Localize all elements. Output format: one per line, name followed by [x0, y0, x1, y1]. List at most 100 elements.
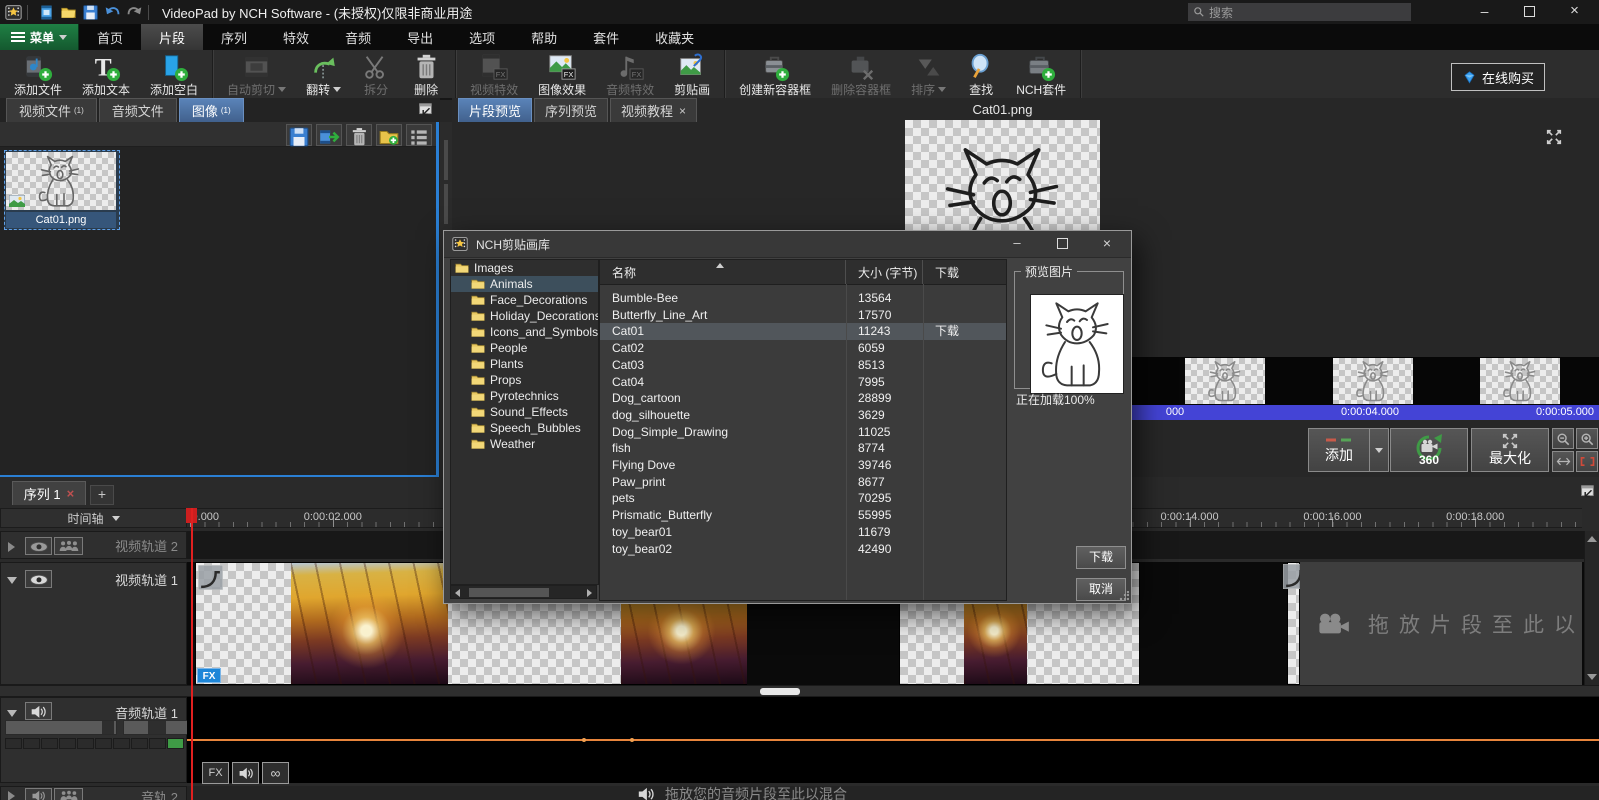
scrollbar-handle[interactable]	[469, 588, 549, 597]
fit-width-button[interactable]	[1552, 451, 1574, 472]
ribbon-addtext-button[interactable]: T添加文本	[72, 50, 140, 98]
tree-item-Icons_and_Symbols[interactable]: Icons_and_Symbols	[451, 324, 598, 340]
audio-link-button[interactable]: ∞	[262, 762, 289, 784]
ribbon-flip-button[interactable]: 翻转	[296, 50, 351, 98]
envelope-keyframe[interactable]	[630, 738, 634, 742]
undock-timeline-icon[interactable]	[1578, 483, 1596, 499]
splitter-handle[interactable]	[760, 688, 800, 695]
tree-item-Holiday_Decorations[interactable]: Holiday_Decorations	[451, 308, 598, 324]
track-visibility-button[interactable]	[25, 537, 52, 555]
ribbon-newbox-button[interactable]: 创建新容器框	[729, 50, 821, 98]
file-row-Dog_cartoon[interactable]: Dog_cartoon28899	[600, 390, 1006, 407]
timeline-vertical-scrollbar[interactable]	[1584, 531, 1599, 685]
menu-tab-片段[interactable]: 片段	[141, 24, 203, 50]
audio-fx-button[interactable]: FX	[202, 762, 229, 784]
tree-item-Pyrotechnics[interactable]: Pyrotechnics	[451, 388, 598, 404]
zoom-in-button[interactable]	[1576, 428, 1598, 449]
file-row-Cat04[interactable]: Cat047995	[600, 374, 1006, 391]
tree-item-root[interactable]: Images	[451, 260, 598, 276]
undock-panel-icon[interactable]	[416, 101, 434, 117]
tree-item-Props[interactable]: Props	[451, 372, 598, 388]
fullscreen-icon[interactable]	[1545, 128, 1563, 146]
open-project-icon[interactable]	[60, 4, 77, 21]
column-size[interactable]: 大小 (字节)	[846, 260, 923, 284]
volume-envelope-line[interactable]	[187, 739, 1599, 741]
file-row-Cat01[interactable]: Cat0111243下载	[600, 323, 1006, 340]
clip-fx-badge[interactable]: FX	[197, 668, 221, 683]
audio-track-2-content[interactable]: 拖放您的音频片段至此以混合	[187, 786, 1599, 800]
tree-item-Plants[interactable]: Plants	[451, 356, 598, 372]
add-clip-button[interactable]: 添加	[1308, 428, 1370, 472]
ribbon-addfile-button[interactable]: 添加文件	[4, 50, 72, 98]
restore-button[interactable]	[1507, 0, 1552, 24]
track-mute-button[interactable]	[25, 702, 52, 720]
file-row-Flying Dove[interactable]: Flying Dove39746	[600, 457, 1006, 474]
file-row-Dog_Simple_Drawing[interactable]: Dog_Simple_Drawing11025	[600, 424, 1006, 441]
track-visibility-button[interactable]	[25, 570, 52, 588]
download-button[interactable]: 下载	[1076, 546, 1126, 569]
file-row-Prismatic_Butterfly[interactable]: Prismatic_Butterfly55995	[600, 507, 1006, 524]
video-360-button[interactable]: 360	[1390, 428, 1468, 472]
menu-tab-首页[interactable]: 首页	[79, 24, 141, 50]
menu-tab-序列[interactable]: 序列	[203, 24, 265, 50]
playhead-line[interactable]	[191, 508, 193, 800]
media-tab-视频文件[interactable]: 视频文件(1)	[6, 98, 97, 122]
ribbon-find-button[interactable]: 查找	[956, 50, 1006, 98]
video-drop-zone[interactable]: 拖放片段至此以将	[1300, 562, 1582, 685]
new-sequence-tab[interactable]: +	[90, 485, 114, 505]
undo-icon[interactable]	[104, 4, 121, 21]
file-row-Paw_print[interactable]: Paw_print8677	[600, 474, 1006, 491]
tree-item-Sound_Effects[interactable]: Sound_Effects	[451, 404, 598, 420]
sequence-tab[interactable]: 序列 1×	[12, 481, 86, 505]
delete-media-icon[interactable]	[346, 124, 372, 146]
close-button[interactable]: ×	[1552, 0, 1597, 24]
tree-item-Speech_Bubbles[interactable]: Speech_Bubbles	[451, 420, 598, 436]
minimize-button[interactable]: –	[1462, 0, 1507, 24]
resize-grip[interactable]	[1119, 591, 1129, 601]
tree-item-People[interactable]: People	[451, 340, 598, 356]
tree-item-Weather[interactable]: Weather	[451, 436, 598, 452]
close-sequence-icon[interactable]: ×	[67, 486, 75, 501]
file-row-fish[interactable]: fish8774	[600, 440, 1006, 457]
add-to-sequence-icon[interactable]	[316, 124, 342, 146]
track-splitter[interactable]	[0, 685, 1599, 697]
dialog-restore-button[interactable]	[1047, 234, 1077, 253]
save-project-icon[interactable]	[82, 4, 99, 21]
save-media-icon[interactable]	[286, 124, 312, 146]
preview-tab-视频教程[interactable]: 视频教程×	[610, 98, 697, 122]
file-row-dog_silhouette[interactable]: dog_silhouette3629	[600, 407, 1006, 424]
media-tab-图像[interactable]: 图像(1)	[179, 98, 244, 122]
menu-tab-导出[interactable]: 导出	[389, 24, 451, 50]
timeline-mode-select[interactable]: 时间轴	[0, 508, 187, 528]
buy-online-button[interactable]: 在线购买	[1451, 63, 1545, 91]
file-row-toy_bear02[interactable]: toy_bear0242490	[600, 541, 1006, 558]
menu-tab-特效[interactable]: 特效	[265, 24, 327, 50]
ribbon-addblank-button[interactable]: 添加空白	[140, 50, 208, 98]
add-folder-icon[interactable]	[376, 124, 402, 146]
audio-track-1-content[interactable]: FX ∞	[187, 697, 1599, 783]
add-clip-dropdown[interactable]	[1369, 428, 1389, 472]
menu-tab-帮助[interactable]: 帮助	[513, 24, 575, 50]
dialog-minimize-button[interactable]: –	[1002, 234, 1032, 253]
redo-icon[interactable]	[126, 4, 143, 21]
file-row-Cat03[interactable]: Cat038513	[600, 357, 1006, 374]
audio-mute-button[interactable]	[232, 762, 259, 784]
new-project-icon[interactable]	[38, 4, 55, 21]
tree-horizontal-scrollbar[interactable]	[450, 585, 597, 599]
track-group-button[interactable]	[54, 788, 83, 800]
ribbon-suite-button[interactable]: NCH套件	[1006, 50, 1076, 98]
preview-tab-片段预览[interactable]: 片段预览	[458, 98, 532, 122]
file-row-Bumble-Bee[interactable]: Bumble-Bee13564	[600, 290, 1006, 307]
media-item-cat01[interactable]: Cat01.png	[4, 150, 120, 230]
media-tab-音频文件[interactable]: 音频文件	[99, 98, 177, 122]
track-group-button[interactable]	[54, 537, 83, 555]
volume-slider[interactable]	[5, 720, 117, 735]
menu-tab-收藏夹[interactable]: 收藏夹	[637, 24, 712, 50]
file-row-Butterfly_Line_Art[interactable]: Butterfly_Line_Art17570	[600, 307, 1006, 324]
transition-icon[interactable]	[198, 565, 223, 590]
file-row-pets[interactable]: pets70295	[600, 490, 1006, 507]
search-input[interactable]: 搜索	[1188, 3, 1411, 21]
menu-tab-套件[interactable]: 套件	[575, 24, 637, 50]
track-mute-button[interactable]	[25, 788, 52, 800]
envelope-keyframe[interactable]	[582, 738, 586, 742]
